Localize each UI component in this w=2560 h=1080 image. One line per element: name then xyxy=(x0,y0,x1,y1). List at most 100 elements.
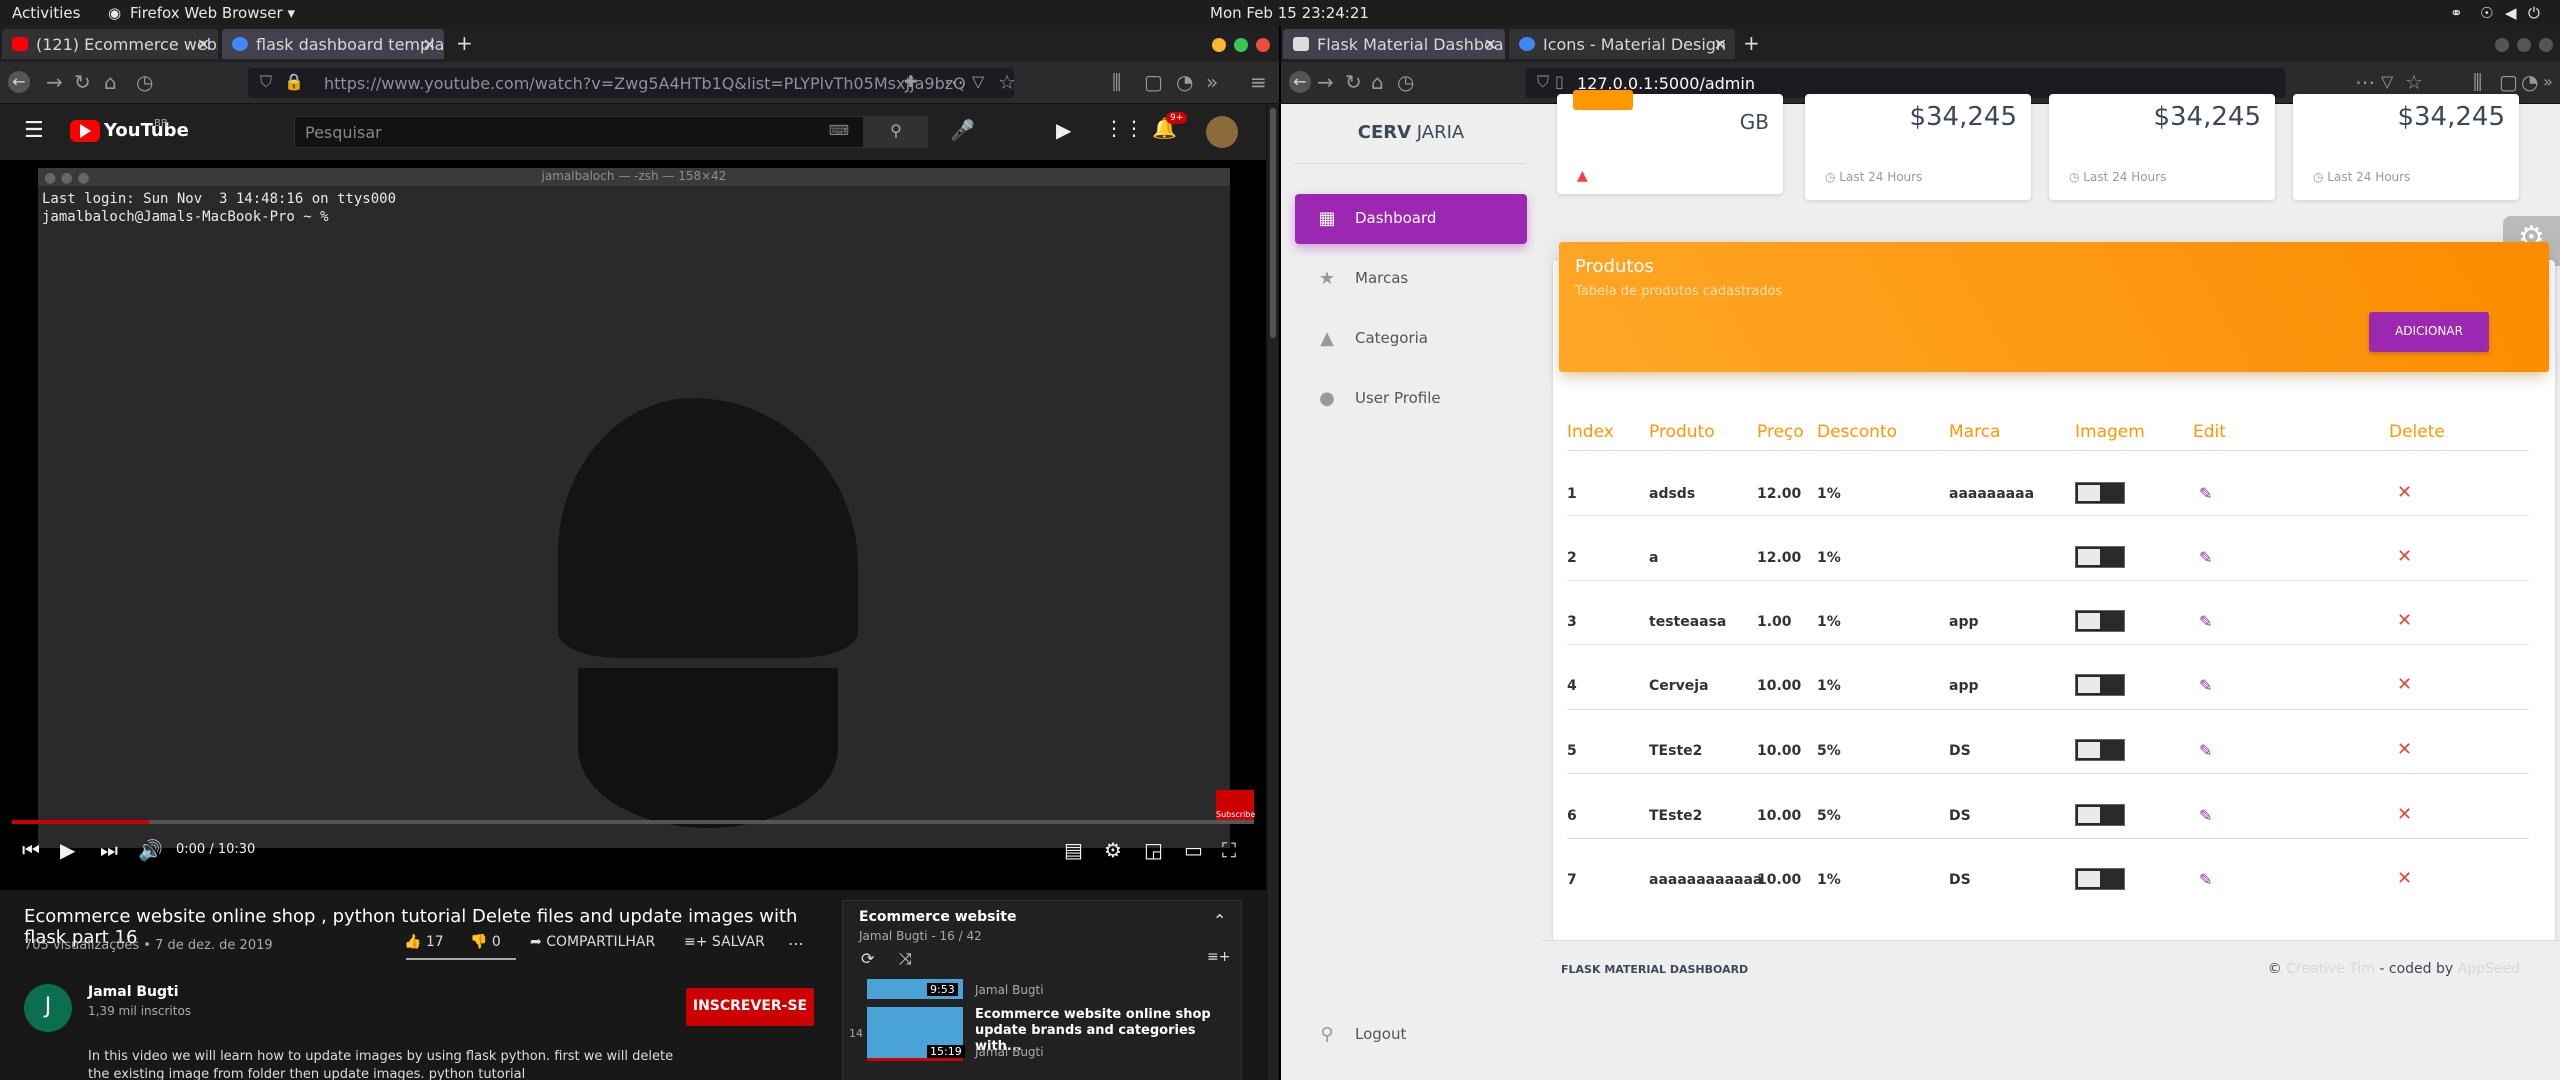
volume-icon[interactable]: ◀ xyxy=(2505,4,2517,22)
edit-icon[interactable]: ✎ xyxy=(2199,612,2212,631)
delete-icon[interactable]: ✕ xyxy=(2397,868,2412,889)
loop-icon[interactable]: ⟳ xyxy=(861,949,874,968)
previous-icon[interactable]: ⏮ xyxy=(22,838,40,862)
search-button[interactable]: ⚲ xyxy=(864,116,928,148)
close-icon[interactable]: ✕ xyxy=(423,35,436,54)
close-window-button[interactable] xyxy=(2539,38,2553,52)
avatar[interactable] xyxy=(1206,116,1238,148)
pocket-icon[interactable]: ▽ xyxy=(972,71,984,93)
dislike-button[interactable]: 👎 0 xyxy=(470,934,501,950)
play-icon[interactable]: ▶ xyxy=(60,838,75,862)
network-icon[interactable]: ⚭ xyxy=(2450,4,2463,22)
back-icon[interactable]: ← xyxy=(8,71,30,93)
tab-flask-template[interactable]: flask dashboard templat ✕ xyxy=(222,29,444,59)
tab-flask-dashboard[interactable]: Flask Material Dashboar ✕ xyxy=(1283,29,1505,59)
shuffle-icon[interactable]: ⤨ xyxy=(899,949,912,969)
captions-icon[interactable]: ▤ xyxy=(1064,838,1083,862)
extension-icon[interactable]: ✚ xyxy=(904,71,917,93)
sidebar-item-categoria[interactable]: ▲ Categoria xyxy=(1295,314,1527,364)
brand-logo[interactable]: CERV JARIA xyxy=(1295,122,1527,164)
sidebar-item-marcas[interactable]: ★ Marcas xyxy=(1295,254,1527,304)
home-icon[interactable]: ⌂ xyxy=(104,71,117,93)
settings-icon[interactable]: ⚙ xyxy=(1104,838,1122,862)
new-tab-button[interactable]: + xyxy=(456,32,473,54)
edit-icon[interactable]: ✎ xyxy=(2199,484,2212,503)
edit-icon[interactable]: ✎ xyxy=(2199,806,2212,825)
more-icon[interactable]: ⋯ xyxy=(944,71,964,93)
sidebar-icon[interactable]: ▢ xyxy=(1144,71,1163,93)
delete-icon[interactable]: ✕ xyxy=(2397,610,2412,631)
create-video-icon[interactable]: ▶ xyxy=(1056,118,1071,142)
activities-button[interactable]: Activities xyxy=(12,4,80,22)
forward-icon[interactable]: → xyxy=(46,71,63,93)
maximize-button[interactable] xyxy=(2517,38,2531,52)
playlist-add-icon[interactable]: ≡+ xyxy=(1207,949,1230,965)
delete-icon[interactable]: ✕ xyxy=(2397,804,2412,825)
collapse-icon[interactable]: ⌃ xyxy=(1213,911,1226,930)
hamburger-icon[interactable]: ☰ xyxy=(24,118,44,143)
share-button[interactable]: ➦ COMPARTILHAR xyxy=(530,934,655,950)
delete-icon[interactable]: ✕ xyxy=(2397,674,2412,695)
keyboard-icon[interactable]: ⌨ xyxy=(829,123,849,139)
bookmark-star-icon[interactable]: ☆ xyxy=(998,71,1016,93)
footer-brand-link[interactable]: FLASK MATERIAL DASHBOARD xyxy=(1561,963,1748,976)
clock[interactable]: Mon Feb 15 23:24:21 xyxy=(1210,4,1369,22)
pocket-icon[interactable]: ▽ xyxy=(2381,71,2393,93)
sidebar-icon[interactable]: ▢ xyxy=(2499,71,2518,93)
search-input[interactable]: Pesquisar ⌨ xyxy=(294,116,864,148)
scrollbar-thumb[interactable] xyxy=(1270,108,1276,338)
miniplayer-icon[interactable]: ◲ xyxy=(1144,838,1163,862)
volume-icon[interactable]: 🔊 xyxy=(138,838,163,862)
close-icon[interactable]: ✕ xyxy=(1714,35,1727,54)
sidebar-item-user-profile[interactable]: ● User Profile xyxy=(1295,374,1527,424)
close-window-button[interactable] xyxy=(1256,38,1270,52)
save-button[interactable]: ≡+ SALVAR xyxy=(684,934,765,950)
library-icon[interactable]: ⫼ xyxy=(2473,71,2482,93)
apps-grid-icon[interactable]: ⋮⋮ xyxy=(1104,116,1144,140)
new-tab-button[interactable]: + xyxy=(1743,32,1760,54)
channel-avatar[interactable]: J xyxy=(24,984,72,1032)
progress-track[interactable] xyxy=(12,820,1254,824)
edit-icon[interactable]: ✎ xyxy=(2199,676,2212,695)
sidebar-item-logout[interactable]: ⚲ Logout xyxy=(1295,1010,1527,1060)
edit-icon[interactable]: ✎ xyxy=(2199,741,2212,760)
close-icon[interactable]: ✕ xyxy=(197,35,210,54)
fullscreen-icon[interactable]: ⛶ xyxy=(1222,838,1236,862)
reload-icon[interactable]: ↻ xyxy=(74,71,91,93)
appseed-link[interactable]: AppSeed xyxy=(2458,961,2520,977)
history-icon[interactable]: ◷ xyxy=(1397,71,1414,93)
channel-name[interactable]: Jamal Bugti xyxy=(88,984,179,1000)
account-icon[interactable]: ◔ xyxy=(2521,71,2538,93)
tab-material-icons[interactable]: Icons - Material Design ✕ xyxy=(1509,29,1735,59)
power-icon[interactable]: ⏻ xyxy=(2528,4,2540,22)
library-icon[interactable]: ⫼ xyxy=(1112,71,1121,93)
like-button[interactable]: 👍 17 xyxy=(404,934,444,950)
mic-icon[interactable]: 🎤 xyxy=(950,118,975,142)
sidebar-item-dashboard[interactable]: ▦ Dashboard xyxy=(1295,194,1527,244)
next-icon[interactable]: ⏭ xyxy=(100,838,118,862)
delete-icon[interactable]: ✕ xyxy=(2397,546,2412,567)
delete-icon[interactable]: ✕ xyxy=(2397,739,2412,760)
app-menu[interactable]: Firefox Web Browser ▾ xyxy=(130,4,295,22)
minimize-button[interactable] xyxy=(2495,38,2509,52)
more-icon[interactable]: ⋯ xyxy=(2355,71,2375,93)
maximize-button[interactable] xyxy=(1234,38,1248,52)
playlist-item[interactable]: 9:53 Jamal Bugti xyxy=(843,979,1243,1003)
home-icon[interactable]: ⌂ xyxy=(1371,71,1384,93)
menu-icon[interactable]: ≡ xyxy=(1250,71,1267,93)
account-icon[interactable]: ◔ xyxy=(1176,71,1193,93)
url-bar[interactable]: ⛉ 🔒 https://www.youtube.com/watch?v=Zwg5… xyxy=(248,68,1014,98)
video-player[interactable]: ● ● ● jamalbaloch — -zsh — 158×42 Last l… xyxy=(0,160,1266,890)
accessibility-icon[interactable]: ☉ xyxy=(2480,4,2493,22)
overflow-icon[interactable]: » xyxy=(1206,71,1218,93)
theater-icon[interactable]: ▭ xyxy=(1184,838,1203,862)
subscribe-button[interactable]: INSCREVER-SE xyxy=(686,988,814,1026)
reload-icon[interactable]: ↻ xyxy=(1345,71,1362,93)
add-product-button[interactable]: ADICIONAR xyxy=(2369,312,2489,352)
creative-tim-link[interactable]: Creative Tim xyxy=(2286,961,2375,977)
scrollbar[interactable] xyxy=(1268,104,1278,1080)
minimize-button[interactable] xyxy=(1212,38,1226,52)
history-icon[interactable]: ◷ xyxy=(136,71,153,93)
more-actions-icon[interactable]: ⋯ xyxy=(788,934,804,953)
close-icon[interactable]: ✕ xyxy=(1484,35,1497,54)
